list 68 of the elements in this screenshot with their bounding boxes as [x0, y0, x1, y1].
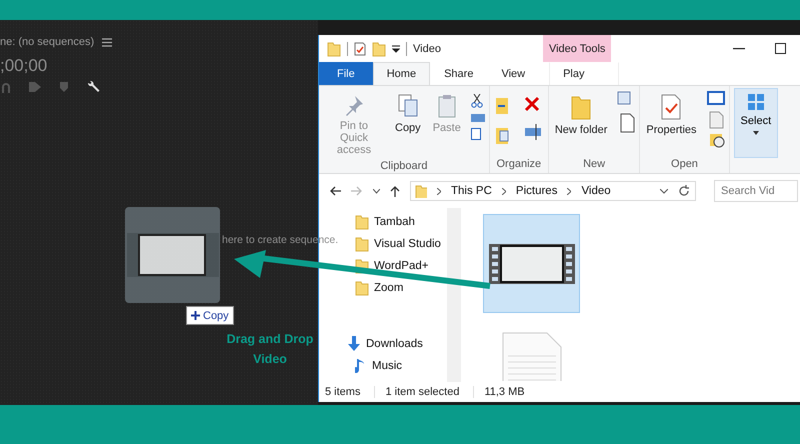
ribbon-tab[interactable]: Home [372, 62, 430, 85]
chevron-down-icon[interactable] [660, 188, 668, 194]
folder-icon [355, 280, 369, 296]
chevron-right-icon [502, 188, 506, 194]
wrench-icon[interactable] [86, 80, 100, 94]
marker-icon[interactable] [60, 82, 68, 92]
film-thumbnail-icon [126, 233, 218, 277]
annotation-text: Drag and Drop Video [226, 331, 314, 368]
folder-icon [355, 214, 369, 230]
ribbon-button[interactable]: Properties [644, 90, 699, 140]
breadcrumb-item[interactable]: This PC [451, 185, 492, 197]
properties-icon [660, 94, 682, 120]
nav-item[interactable]: Zoom [355, 280, 447, 296]
status-text: 11,3 MB [473, 386, 525, 398]
search-field[interactable]: Search Vid [714, 180, 798, 202]
file-item[interactable] [483, 214, 580, 314]
chevron-right-icon [567, 188, 572, 194]
maximize-icon[interactable] [775, 43, 786, 54]
breadcrumb-item[interactable]: Pictures [516, 185, 558, 197]
copy-icon [396, 94, 419, 118]
scrollbar[interactable] [447, 208, 461, 382]
chevron-down-icon[interactable] [373, 188, 380, 194]
plus-icon [191, 311, 200, 320]
timecode[interactable]: ;00;00 [0, 56, 48, 75]
download-icon [347, 336, 361, 352]
copy-label: Copy [203, 310, 229, 322]
folder-icon [372, 40, 386, 56]
menu-icon[interactable] [102, 38, 112, 46]
folder-icon [415, 184, 427, 198]
group-label: New [582, 158, 606, 170]
select-button[interactable]: Select [734, 88, 778, 158]
breadcrumb-item[interactable]: Video [581, 185, 611, 197]
up-arrow-icon[interactable] [390, 185, 400, 197]
folder-icon [327, 40, 341, 56]
caret-icon [752, 131, 759, 135]
grid-icon [746, 93, 765, 111]
ribbon-button[interactable]: New folder [552, 90, 610, 140]
nav-item[interactable]: WordPad+ [355, 258, 447, 274]
back-icon[interactable] [329, 186, 341, 196]
ribbon-button[interactable]: Copy [393, 90, 423, 138]
nav-item[interactable]: Downloads [347, 336, 447, 352]
nav-item[interactable]: Tambah [355, 214, 447, 230]
group-label: Clipboard [379, 160, 428, 172]
status-text: 1 item selected [374, 386, 460, 398]
status-text: 5 items [325, 386, 360, 398]
paste-shortcut-icon[interactable] [470, 128, 481, 140]
clipboard-icon [438, 94, 456, 118]
ribbon-tab[interactable]: File [319, 62, 373, 85]
ribbon-tab[interactable]: Play [549, 62, 620, 85]
chevron-right-icon [437, 188, 441, 194]
group-label: Open [670, 158, 699, 170]
dropdown-icon[interactable] [392, 44, 400, 52]
refresh-icon[interactable] [678, 185, 690, 197]
scissors-icon[interactable] [470, 94, 483, 108]
window-title: Video [413, 42, 441, 54]
folder-icon [571, 94, 592, 120]
group-label: Organize [496, 158, 542, 170]
nav-item[interactable]: Visual Studio [355, 236, 447, 252]
panel-title: ne: (no sequences) [0, 36, 94, 48]
address-bar[interactable]: This PC Pictures Video [410, 181, 696, 201]
properties-icon[interactable] [354, 42, 366, 56]
folder-icon [355, 236, 369, 252]
contextual-tab-header: Video Tools [542, 35, 612, 62]
ribbon-tab[interactable]: Share [430, 62, 488, 85]
ribbon-tab[interactable]: View [487, 62, 540, 85]
nav-item[interactable]: Music [355, 358, 447, 374]
minimize-icon[interactable] [733, 48, 745, 50]
video-file-icon [488, 244, 574, 284]
